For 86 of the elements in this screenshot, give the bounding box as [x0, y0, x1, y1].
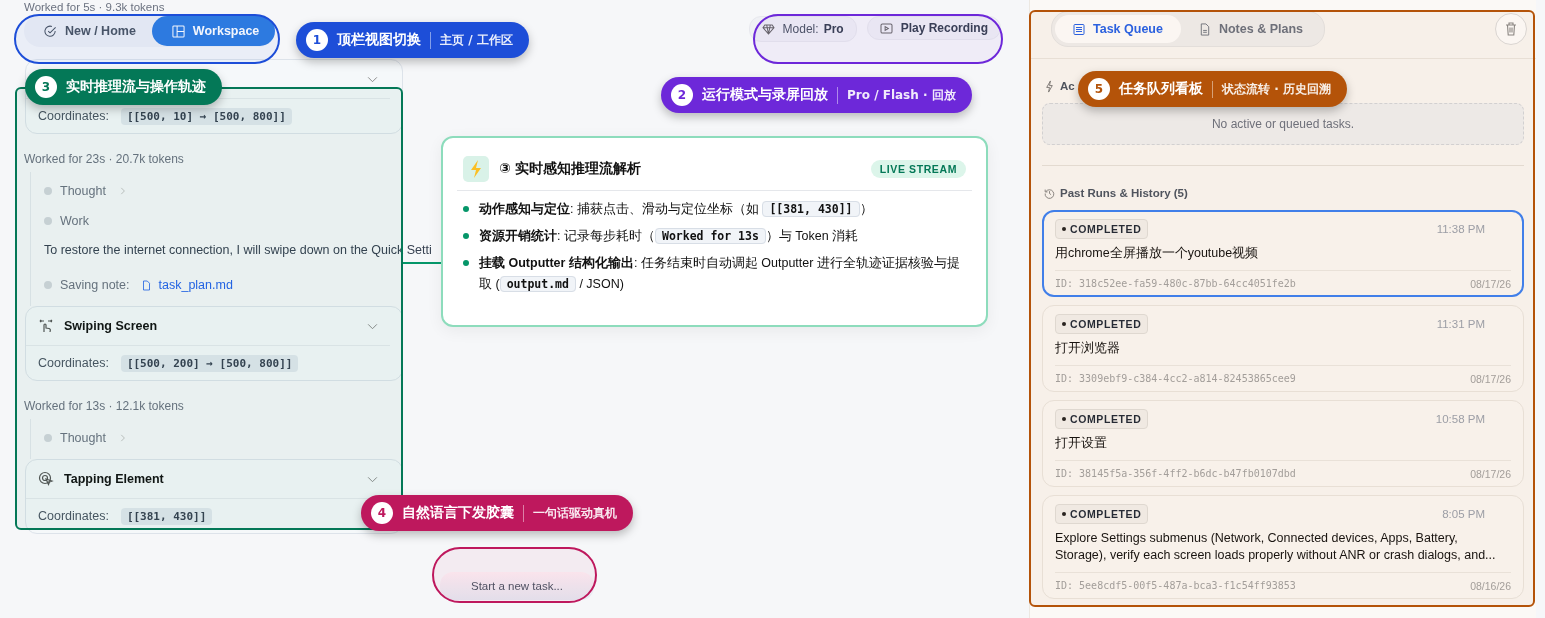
run-card[interactable]: COMPLETED 10:58 PM 打开设置 ID: 38145f5a-356f-4ff2-b6dc-b47fb0107dbd 08/17/26 — [1042, 400, 1524, 487]
step-label[interactable]: Thought — [60, 184, 106, 198]
list-icon — [1073, 22, 1085, 36]
run-id: ID: 3309ebf9-c384-4cc2-a814-82453865cee9 — [1055, 373, 1296, 385]
delete-button[interactable] — [1495, 13, 1527, 45]
run-title: 用chrome全屏播放一个youtube视频 — [1055, 245, 1260, 262]
step-dot — [44, 187, 52, 195]
view-tab[interactable]: New / Home — [24, 16, 152, 46]
action-title: Tapping Element — [64, 472, 164, 486]
section-title: Ac — [1060, 80, 1075, 92]
run-time: 11:31 PM — [1436, 318, 1485, 330]
history-icon — [1044, 186, 1055, 200]
coordinates-value: [[381, 430]] — [120, 507, 213, 525]
chevron-right-icon[interactable] — [119, 434, 125, 442]
lightning-icon — [463, 156, 489, 182]
run-title: Explore Settings submenus (Network, Connected devices, Apps, Battery, Storage), verify each screen loads properly without ANR or crash dialogs, and... — [1055, 530, 1497, 564]
run-id: ID: 38145f5a-356f-4ff2-b6dc-b47fb0107dbd — [1055, 468, 1296, 480]
callout-label: 5 任务队列看板 状态流转 · 历史回溯 — [1078, 71, 1347, 107]
run-card[interactable]: COMPLETED 11:38 PM 用chrome全屏播放一个youtube视频 ID: 318c52ee-fa59-480c-87bb-64cc4051fe2b 08/17/26 — [1042, 210, 1524, 297]
play-icon — [879, 22, 893, 34]
swipe-hand-icon — [38, 318, 54, 334]
run-id: ID: 318c52ee-fa59-480c-87bb-64cc4051fe2b — [1055, 278, 1296, 290]
tap-target-icon — [38, 471, 54, 487]
status-badge: COMPLETED — [1055, 409, 1149, 429]
coordinates-label: Coordinates: — [38, 356, 109, 370]
run-date: 08/17/26 — [1470, 468, 1511, 480]
step-label[interactable]: Thought — [60, 431, 106, 445]
model-selector[interactable]: Model: Pro — [748, 16, 857, 42]
work-summary: Worked for 5s · 9.3k tokens — [24, 1, 166, 14]
file-link[interactable]: task_plan.md — [158, 278, 233, 292]
task-input-field[interactable]: Start a new task... — [440, 572, 594, 600]
feature-description: 挂载 Outputter 结构化输出: 任务结束时自动调起 Outputter 进行全轨迹证据核验与提取 ( output.md / JSON) — [479, 255, 961, 294]
view-tab[interactable]: Workspace — [151, 16, 276, 46]
run-card[interactable] — [1042, 495, 1524, 599]
coordinates-label: Coordinates: — [38, 509, 109, 523]
bullet-dot — [463, 233, 469, 239]
status-badge: COMPLETED — [1055, 219, 1149, 239]
work-summary: Worked for 13s · 12.1k tokens — [24, 399, 185, 413]
note-label: Saving note: — [60, 278, 130, 292]
run-title: 打开浏览器 — [1055, 340, 1121, 357]
coordinates-label: Coordinates: — [38, 109, 109, 123]
status-badge: COMPLETED — [1055, 314, 1149, 334]
callout-label: 2 运行模式与录屏回放 Pro / Flash · 回放 — [661, 77, 972, 113]
chevron-down-icon[interactable] — [367, 75, 378, 83]
chevron-right-icon[interactable] — [119, 187, 125, 195]
step-dot — [44, 281, 52, 289]
callout-label: 1 顶栏视图切换 主页 / 工作区 — [296, 22, 529, 58]
step-dot — [44, 434, 52, 442]
info-card-title: ③ 实时感知推理流解析 — [499, 160, 641, 178]
section-title: Past Runs & History (5) — [1060, 187, 1188, 199]
document-icon — [1198, 22, 1211, 36]
step-label[interactable]: Work — [60, 214, 89, 228]
run-date: 08/16/26 — [1470, 580, 1511, 592]
run-date: 08/17/26 — [1470, 278, 1511, 290]
callout-label: 4 自然语言下发胶囊 一句话驱动真机 — [361, 495, 633, 531]
trash-icon — [1505, 22, 1517, 36]
run-time: 8:05 PM — [1442, 508, 1485, 520]
run-title: 打开设置 — [1055, 435, 1108, 452]
callout-label: 3 实时推理流与操作轨迹 — [25, 69, 222, 105]
feature-description: 动作感知与定位: 捕获点击、滑动与定位坐标（如 [[381, 430]] ） — [479, 200, 873, 219]
run-time: 11:38 PM — [1436, 223, 1485, 235]
chevron-down-icon[interactable] — [367, 475, 378, 483]
feature-description: 资源开销统计: 记录每步耗时（ Worked for 13s ）与 Token 消耗 — [479, 227, 859, 246]
bullet-dot — [463, 260, 469, 266]
run-id: ID: 5ee8cdf5-00f5-487a-bca3-f1c54ff93853 — [1055, 580, 1296, 592]
leader-line — [403, 262, 441, 264]
run-date: 08/17/26 — [1470, 373, 1511, 385]
live-stream-badge: LIVE STREAM — [870, 160, 966, 178]
bullet-dot — [463, 206, 469, 212]
status-badge: COMPLETED — [1055, 504, 1149, 524]
work-summary: Worked for 23s · 20.7k tokens — [24, 152, 185, 166]
run-card[interactable]: COMPLETED 11:31 PM 打开浏览器 ID: 3309ebf9-c384-4cc2-a814-82453865cee9 08/17/26 — [1042, 305, 1524, 392]
lightning-icon — [1044, 79, 1055, 93]
diamond-icon — [761, 23, 775, 35]
panel-tab[interactable]: Notes & Plans — [1180, 15, 1321, 43]
coordinates-value: [[500, 200] → [500, 800]] — [120, 354, 299, 372]
coordinates-value: [[500, 10] → [500, 800]] — [120, 107, 292, 125]
layout-icon — [171, 24, 185, 38]
play-recording-button[interactable]: Play Recording — [866, 16, 1001, 40]
run-time: 10:58 PM — [1435, 413, 1485, 425]
file-icon — [141, 279, 151, 291]
action-title: Swiping Screen — [64, 319, 158, 333]
step-dot — [44, 217, 52, 225]
panel-tab[interactable]: Task Queue — [1055, 15, 1181, 43]
chevron-down-icon[interactable] — [367, 322, 378, 330]
empty-queue-message: No active or queued tasks. — [1042, 103, 1524, 145]
